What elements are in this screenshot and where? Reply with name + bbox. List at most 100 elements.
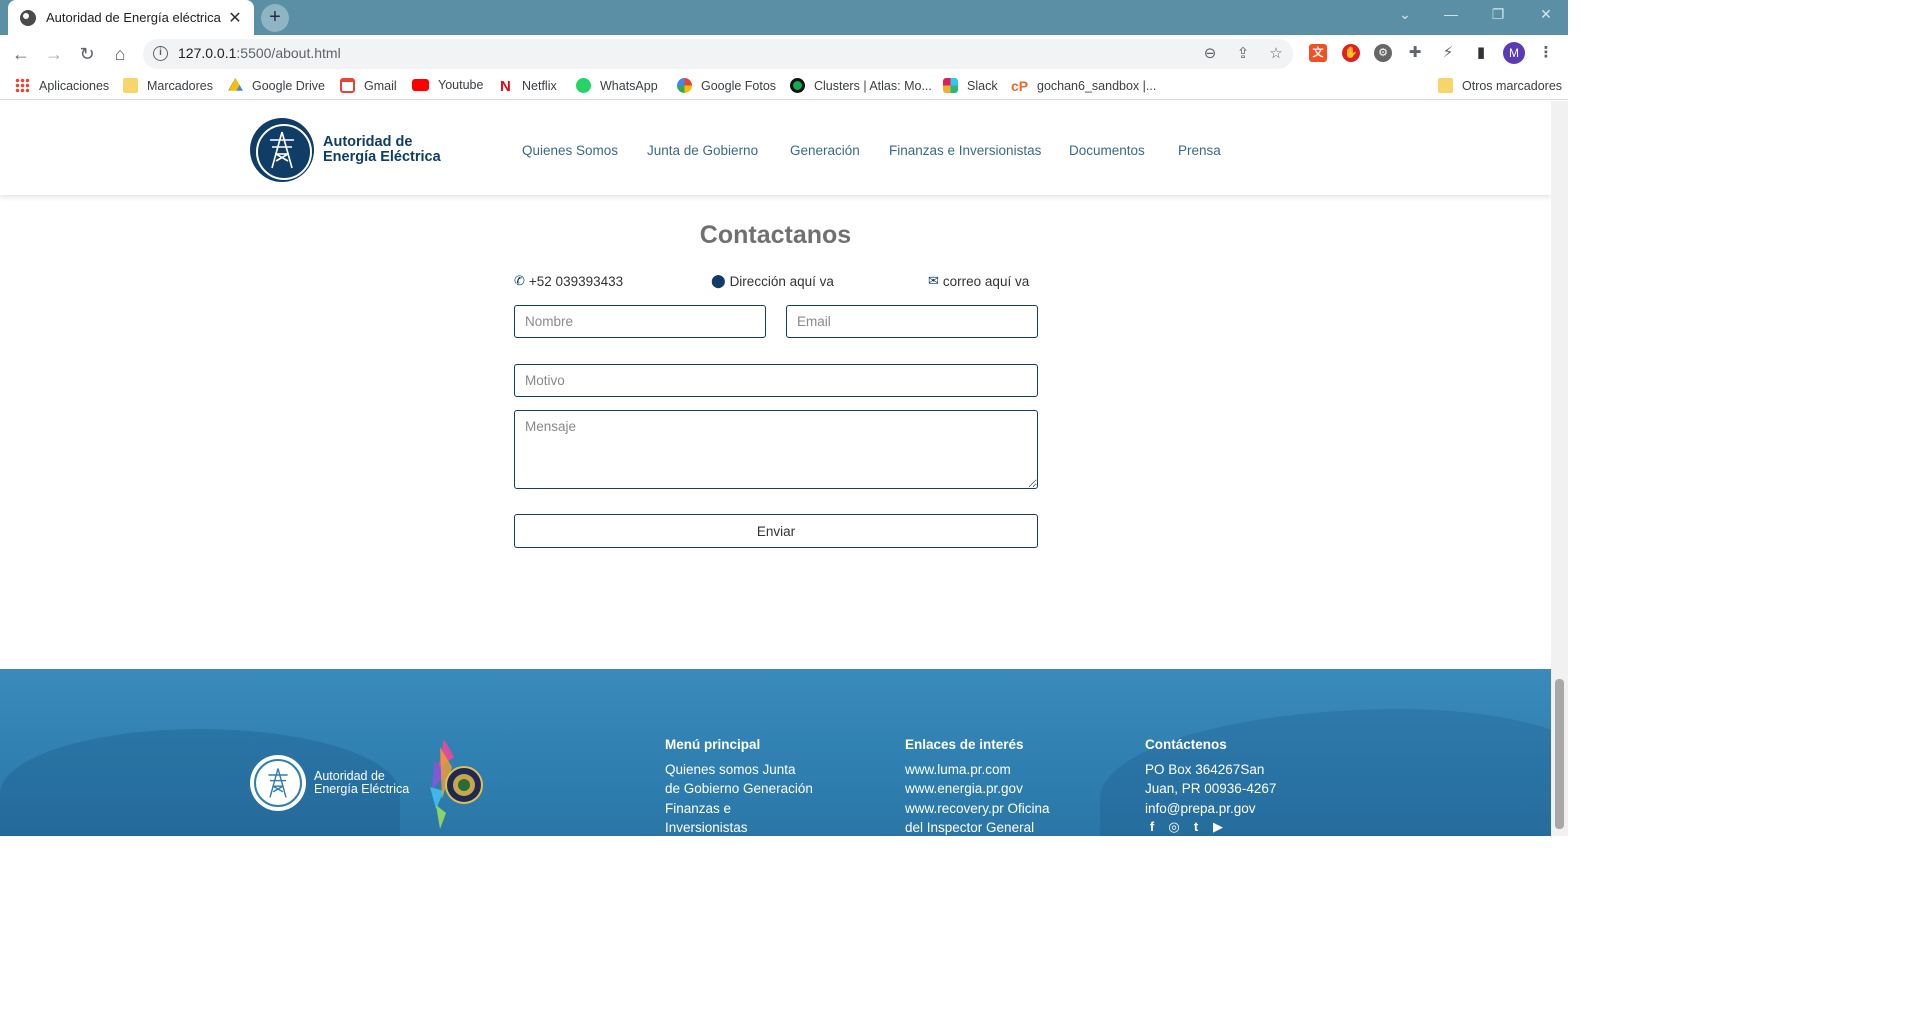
google-photos-icon xyxy=(677,78,692,93)
gear-extension-icon[interactable]: ⚙ xyxy=(1374,44,1392,62)
home-icon[interactable]: ⌂ xyxy=(108,42,132,66)
side-panel-icon[interactable]: ▮ xyxy=(1472,44,1490,62)
contact-phone: ✆ +52 039393433 xyxy=(514,273,624,289)
bookmark-otros-marcadores[interactable]: Otros marcadores xyxy=(1438,78,1562,93)
site-logo[interactable]: Autoridad de Energía Eléctrica xyxy=(250,118,441,182)
new-tab-button[interactable]: + xyxy=(261,4,289,32)
footer-contact-column: Contáctenos PO Box 364267San Juan, PR 00… xyxy=(1145,735,1320,834)
browser-tab[interactable]: Autoridad de Energía eléctrica ✕ xyxy=(8,0,254,35)
government-seal-icon xyxy=(430,739,483,829)
nav-quienes-somos[interactable]: Quienes Somos xyxy=(522,143,618,158)
page-scrollbar[interactable] xyxy=(1551,101,1568,836)
message-textarea[interactable] xyxy=(514,410,1038,489)
footer-contact-line: Juan, PR 00936-4267 xyxy=(1145,781,1277,796)
bookmark-star-icon[interactable]: ☆ xyxy=(1266,44,1286,64)
scrollbar-thumb[interactable] xyxy=(1555,679,1564,829)
footer-link[interactable]: www.luma.pr.com xyxy=(905,760,1080,780)
share-icon[interactable]: ⇪ xyxy=(1233,44,1253,64)
footer-link[interactable]: www.energia.pr.gov xyxy=(905,779,1080,799)
youtube-icon[interactable]: ▶ xyxy=(1211,820,1225,834)
twitter-icon[interactable]: t xyxy=(1189,820,1203,834)
site-header: Autoridad de Energía Eléctrica Quienes S… xyxy=(0,101,1551,195)
footer-contact-line: PO Box 364267San xyxy=(1145,761,1265,777)
footer-logo-text: Autoridad de Energía Eléctrica xyxy=(314,769,410,796)
footer-logo[interactable]: Autoridad de Energía Eléctrica xyxy=(250,755,409,811)
adblock-extension-icon[interactable]: ✋ xyxy=(1342,44,1360,62)
name-input[interactable] xyxy=(514,305,766,338)
bookmark-google-drive[interactable]: Google Drive xyxy=(228,78,325,93)
facebook-icon[interactable]: f xyxy=(1145,820,1159,834)
forward-icon[interactable]: → xyxy=(42,42,66,66)
restore-icon[interactable]: ❐ xyxy=(1487,6,1509,26)
bookmark-whatsapp[interactable]: WhatsApp xyxy=(576,78,658,93)
bookmark-marcadores[interactable]: Marcadores xyxy=(123,78,213,93)
gmail-icon xyxy=(340,78,355,93)
bookmark-aplicaciones[interactable]: Aplicaciones xyxy=(15,78,109,93)
email-input[interactable] xyxy=(786,305,1038,338)
footer-menu-heading: Menú principal xyxy=(665,737,761,752)
bookmark-gochan6-sandbox[interactable]: cP gochan6_sandbox |... xyxy=(1011,78,1156,94)
footer-link[interactable]: www.recovery.pr Oficina xyxy=(905,799,1080,819)
zoom-icon[interactable]: ⊖ xyxy=(1200,44,1220,64)
close-tab-icon[interactable]: ✕ xyxy=(226,8,244,28)
footer-menu-column: Menú principal Quienes somos Junta de Go… xyxy=(665,735,840,836)
performance-icon[interactable]: ⚡ xyxy=(1439,44,1457,62)
browser-tabstrip: Autoridad de Energía eléctrica ✕ + ⌄ — ❐… xyxy=(0,0,1568,35)
menu-kebab-icon[interactable]: ⋮ xyxy=(1537,44,1555,62)
url-text[interactable]: 127.0.0.1:5500/about.html xyxy=(178,45,341,61)
site-info-icon[interactable]: i xyxy=(153,46,168,61)
mongodb-icon xyxy=(790,78,805,93)
close-window-icon[interactable]: ✕ xyxy=(1535,6,1557,26)
google-drive-icon xyxy=(228,78,243,91)
apps-grid-icon xyxy=(15,78,30,93)
tab-search-icon[interactable]: ⌄ xyxy=(1394,6,1416,26)
footer-menu-link[interactable]: Quienes somos Junta xyxy=(665,760,840,780)
reload-icon[interactable]: ↻ xyxy=(75,42,99,66)
codepen-icon: cP xyxy=(1011,78,1029,94)
map-marker-icon: ⬤ xyxy=(711,273,726,288)
bookmark-clusters-atlas[interactable]: Clusters | Atlas: Mo... xyxy=(790,78,932,93)
slack-icon xyxy=(943,78,958,93)
footer-link[interactable]: del Inspector General xyxy=(905,818,1080,836)
footer-contact-heading: Contáctenos xyxy=(1145,737,1227,752)
footer-contact-email[interactable]: info@prepa.pr.gov xyxy=(1145,799,1320,819)
address-bar[interactable]: i 127.0.0.1:5500/about.html ⊖ ⇪ ☆ xyxy=(143,39,1293,69)
translate-extension-icon[interactable]: 文 xyxy=(1309,44,1327,62)
nav-junta-de-gobierno[interactable]: Junta de Gobierno xyxy=(647,143,758,158)
bookmarks-bar: Aplicaciones Marcadores Google Drive Gma… xyxy=(0,73,1568,100)
extensions-puzzle-icon[interactable]: ✚ xyxy=(1406,44,1424,62)
reason-input[interactable] xyxy=(514,364,1038,397)
bookmark-netflix[interactable]: N Netflix xyxy=(500,78,557,95)
globe-icon xyxy=(20,9,36,26)
nav-generacion[interactable]: Generación xyxy=(790,143,860,158)
nav-prensa[interactable]: Prensa xyxy=(1178,143,1221,158)
footer-menu-link[interactable]: de Gobierno Generación xyxy=(665,779,840,799)
minimize-icon[interactable]: — xyxy=(1440,6,1462,26)
folder-icon xyxy=(123,78,138,93)
power-tower-logo-icon xyxy=(250,118,314,182)
instagram-icon[interactable]: ◎ xyxy=(1167,820,1181,834)
profile-avatar[interactable]: M xyxy=(1503,42,1525,64)
bookmark-google-fotos[interactable]: Google Fotos xyxy=(677,78,776,93)
phone-icon: ✆ xyxy=(514,273,525,288)
bookmark-youtube[interactable]: Youtube xyxy=(412,78,483,92)
whatsapp-icon xyxy=(576,78,591,93)
contact-address: ⬤ Dirección aquí va xyxy=(711,273,834,289)
envelope-icon: ✉ xyxy=(928,273,939,288)
youtube-icon xyxy=(412,79,429,91)
contact-title: Contactanos xyxy=(699,221,852,249)
footer-links-column: Enlaces de interés www.luma.pr.com www.e… xyxy=(905,735,1080,836)
bookmark-slack[interactable]: Slack xyxy=(943,78,998,93)
browser-toolbar: ← → ↻ ⌂ i 127.0.0.1:5500/about.html ⊖ ⇪ … xyxy=(0,35,1568,73)
nav-finanzas-inversionistas[interactable]: Finanzas e Inversionistas xyxy=(889,143,1041,158)
footer-menu-link[interactable]: Inversionistas xyxy=(665,818,840,836)
page-viewport: Autoridad de Energía Eléctrica Quienes S… xyxy=(0,101,1551,836)
contact-email: ✉ correo aquí va xyxy=(928,273,1030,289)
send-button[interactable]: Enviar xyxy=(514,514,1038,548)
power-tower-logo-icon xyxy=(250,755,306,811)
nav-documentos[interactable]: Documentos xyxy=(1069,143,1145,158)
bookmark-gmail[interactable]: Gmail xyxy=(340,78,397,93)
footer-menu-link[interactable]: Finanzas e xyxy=(665,799,840,819)
tab-title: Autoridad de Energía eléctrica xyxy=(46,10,221,25)
back-icon[interactable]: ← xyxy=(9,42,33,66)
